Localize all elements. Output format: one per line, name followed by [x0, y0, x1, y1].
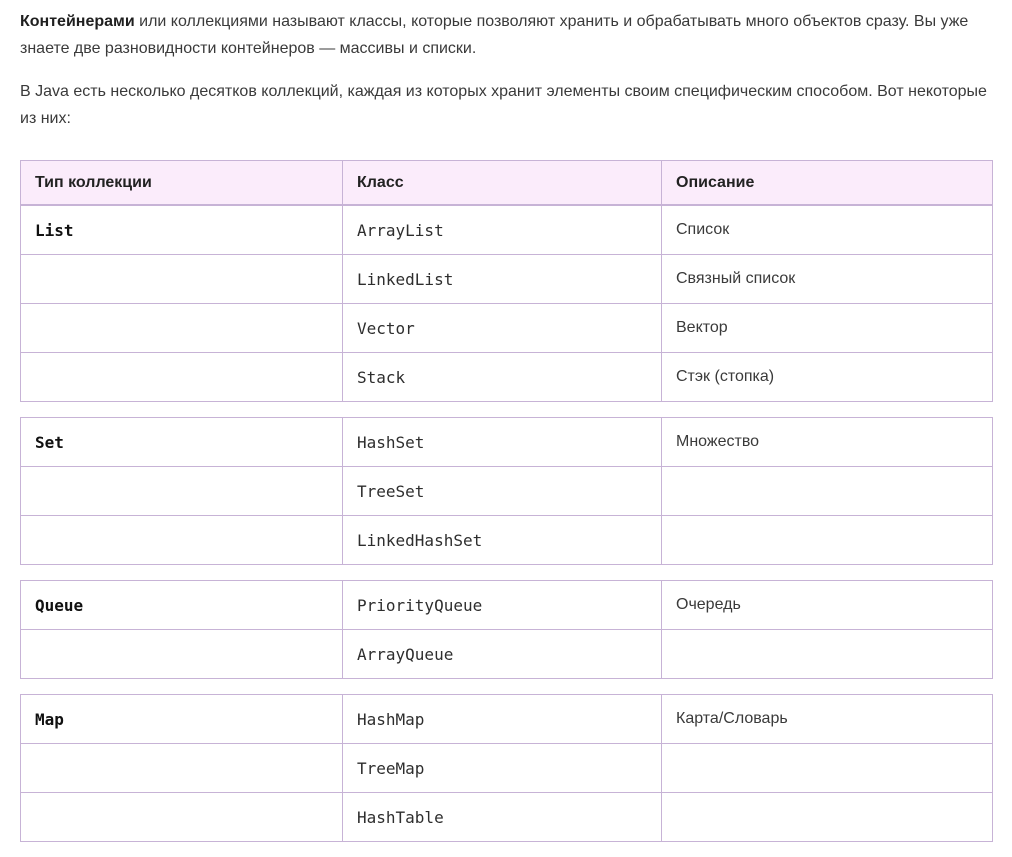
class-cell: PriorityQueue [342, 580, 662, 630]
class-cell: Vector [342, 303, 662, 353]
description-cell [661, 792, 993, 842]
class-cell: HashMap [342, 694, 662, 744]
description-cell: Список [661, 205, 993, 255]
table-row: LinkedList Связный список [20, 254, 993, 304]
class-cell: TreeSet [342, 466, 662, 516]
class-cell: LinkedList [342, 254, 662, 304]
table-row: HashTable [20, 792, 993, 842]
class-cell: LinkedHashSet [342, 515, 662, 565]
collection-type-cell [20, 254, 343, 304]
intro-paragraph: Контейнерами или коллекциями называют кл… [20, 0, 992, 62]
collection-group-2: Queue PriorityQueue Очередь ArrayQueue [20, 580, 993, 679]
class-cell: ArrayList [342, 205, 662, 255]
table-row: Map HashMap Карта/Словарь [20, 694, 993, 744]
collections-paragraph: В Java есть несколько десятков коллекций… [20, 83, 987, 127]
description-cell: Множество [661, 417, 993, 467]
collection-group-1: Set HashSet Множество TreeSet LinkedHashSet [20, 417, 993, 565]
description-cell [661, 466, 993, 516]
class-cell: ArrayQueue [342, 629, 662, 679]
collection-type-cell: Map [20, 694, 343, 744]
description-cell: Карта/Словарь [661, 694, 993, 744]
table-row: Stack Стэк (стопка) [20, 352, 993, 402]
description-cell: Очередь [661, 580, 993, 630]
description-cell [661, 743, 993, 793]
collection-type-cell: Queue [20, 580, 343, 630]
table-row: Vector Вектор [20, 303, 993, 353]
class-cell: HashSet [342, 417, 662, 467]
collection-group-0: List ArrayList Список LinkedList Связный спи… [20, 205, 993, 402]
class-cell: TreeMap [342, 743, 662, 793]
table-header-row: Тип коллекции Класс Описание [20, 160, 993, 205]
header-description: Описание [661, 160, 993, 205]
collection-type-cell [20, 743, 343, 793]
collection-group-3: Map HashMap Карта/Словарь TreeMap HashTable [20, 694, 993, 842]
class-cell: HashTable [342, 792, 662, 842]
collection-type-cell [20, 629, 343, 679]
intro-paragraph-text: или коллекциями называют классы, которые… [20, 13, 969, 57]
collection-type-cell [20, 515, 343, 565]
collections-table-header: Тип коллекции Класс Описание [20, 160, 993, 205]
class-cell: Stack [342, 352, 662, 402]
table-row: Set HashSet Множество [20, 417, 993, 467]
bold-term: Контейнерами [20, 13, 135, 30]
table-row: List ArrayList Список [20, 205, 993, 255]
collection-type-cell: Set [20, 417, 343, 467]
collection-type-cell [20, 352, 343, 402]
description-cell: Вектор [661, 303, 993, 353]
article-content: Контейнерами или коллекциями называют кл… [20, 0, 993, 842]
description-cell: Стэк (стопка) [661, 352, 993, 402]
collection-groups: List ArrayList Список LinkedList Связный спи… [20, 205, 993, 842]
table-row: ArrayQueue [20, 629, 993, 679]
collection-type-cell [20, 466, 343, 516]
table-row: TreeSet [20, 466, 993, 516]
description-cell: Связный список [661, 254, 993, 304]
table-row: TreeMap [20, 743, 993, 793]
description-cell [661, 515, 993, 565]
table-row: LinkedHashSet [20, 515, 993, 565]
description-cell [661, 629, 993, 679]
table-row: Queue PriorityQueue Очередь [20, 580, 993, 630]
header-class: Класс [342, 160, 662, 205]
collection-type-cell [20, 303, 343, 353]
header-collection-type: Тип коллекции [20, 160, 343, 205]
collection-type-cell [20, 792, 343, 842]
collection-type-cell: List [20, 205, 343, 255]
